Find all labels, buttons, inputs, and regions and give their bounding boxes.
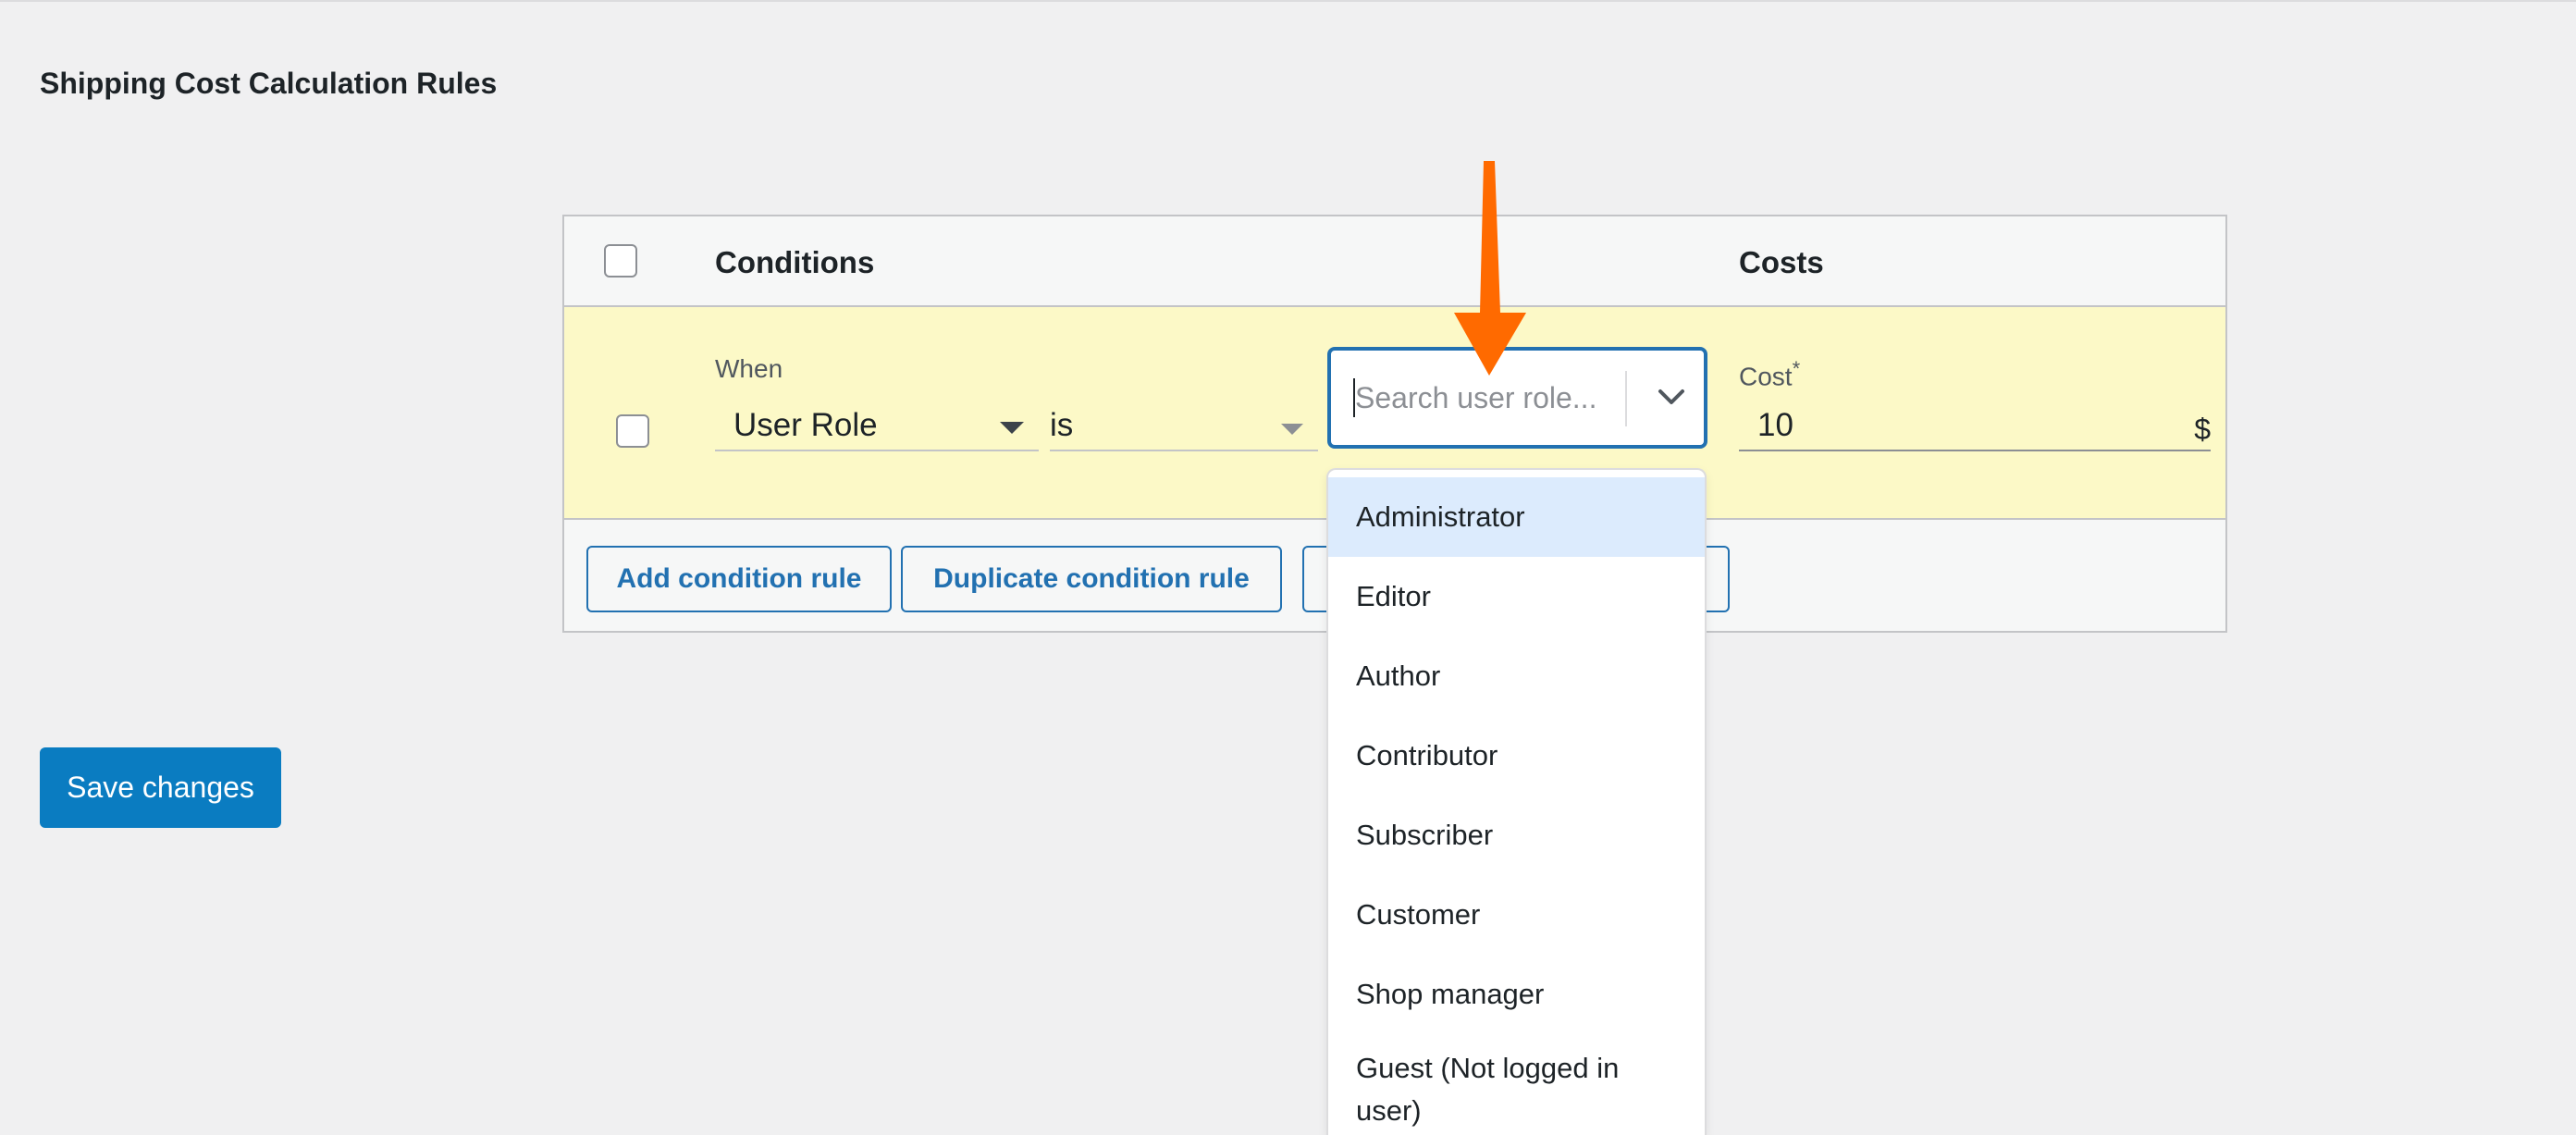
option-subscriber[interactable]: Subscriber xyxy=(1328,796,1705,875)
currency-unit: $ xyxy=(2194,413,2211,446)
user-role-search-input[interactable] xyxy=(1355,376,1623,420)
arrow-down-icon xyxy=(1454,161,1526,376)
condition-select-value: User Role xyxy=(733,407,878,443)
cost-label: Cost* xyxy=(1739,353,1800,392)
operator-select[interactable]: is xyxy=(1050,400,1318,451)
save-changes-button[interactable]: Save changes xyxy=(40,747,281,828)
conditions-header: Conditions xyxy=(715,245,875,279)
table-header: Conditions Costs xyxy=(564,216,2225,307)
caret-down-icon xyxy=(1000,422,1024,434)
cost-input-value: 10 xyxy=(1757,407,1793,443)
when-label: When xyxy=(715,354,783,383)
option-contributor[interactable]: Contributor xyxy=(1328,716,1705,796)
condition-select[interactable]: User Role xyxy=(715,400,1039,451)
option-author[interactable]: Author xyxy=(1328,636,1705,716)
user-role-options: Administrator Editor Author Contributor … xyxy=(1328,477,1705,1132)
search-divider xyxy=(1625,371,1627,426)
option-customer[interactable]: Customer xyxy=(1328,875,1705,955)
required-mark: * xyxy=(1792,357,1801,380)
user-role-dropdown: Administrator Editor Author Contributor … xyxy=(1326,468,1707,1135)
add-condition-rule-button[interactable]: Add condition rule xyxy=(586,546,892,612)
row-checkbox[interactable] xyxy=(616,414,649,448)
option-editor[interactable]: Editor xyxy=(1328,557,1705,636)
duplicate-condition-rule-button[interactable]: Duplicate condition rule xyxy=(901,546,1282,612)
option-administrator[interactable]: Administrator xyxy=(1328,477,1705,557)
option-guest[interactable]: Guest (Not logged in user) xyxy=(1328,1034,1624,1132)
top-divider xyxy=(0,0,2576,2)
operator-select-value: is xyxy=(1050,407,1074,443)
caret-down-icon xyxy=(1281,424,1303,435)
select-all-checkbox[interactable] xyxy=(604,244,637,278)
cost-input[interactable]: 10 $ xyxy=(1739,400,2211,451)
cost-label-text: Cost xyxy=(1739,362,1793,391)
page-title: Shipping Cost Calculation Rules xyxy=(40,67,498,100)
chevron-down-icon[interactable] xyxy=(1653,376,1690,417)
option-shop-manager[interactable]: Shop manager xyxy=(1328,955,1705,1034)
costs-header: Costs xyxy=(1739,245,1824,279)
